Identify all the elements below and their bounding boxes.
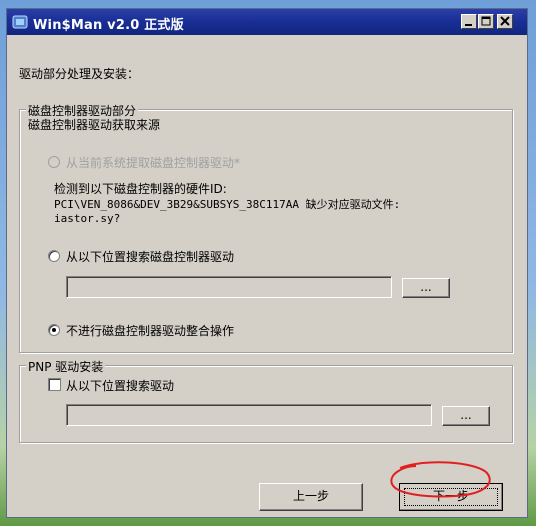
source-label: 磁盘控制器驱动获取来源 <box>28 118 161 132</box>
disk-driver-path-field[interactable] <box>66 276 392 298</box>
radio-skip-integration[interactable] <box>48 324 60 336</box>
window-title: Win$Man v2.0 正式版 <box>33 18 184 33</box>
pnp-legend: PNP 驱动安装 <box>26 358 106 375</box>
previous-button-label: 上一步 <box>292 489 329 503</box>
previous-button[interactable]: 上一步 <box>259 483 363 511</box>
detect-line-1: 检测到以下磁盘控制器的硬件ID: <box>54 182 227 196</box>
option-skip-label: 不进行磁盘控制器驱动整合操作 <box>66 324 235 338</box>
red-circle-annotation <box>390 461 491 498</box>
option-current-label: 从当前系统提取磁盘控制器驱动* <box>66 156 241 170</box>
disk-controller-group: 磁盘控制器驱动部分 磁盘控制器驱动获取来源 从当前系统提取磁盘控制器驱动* 检测… <box>19 102 513 353</box>
close-button[interactable] <box>497 14 513 29</box>
radio-extract-current[interactable] <box>48 156 60 168</box>
disk-browse-button[interactable]: ... <box>402 278 450 298</box>
pnp-driver-path-field[interactable] <box>66 404 432 426</box>
close-icon <box>500 16 510 26</box>
hardware-id-line: PCI\VEN_8086&DEV_3B29&SUBSYS_38C117AA 缺少… <box>54 198 401 211</box>
radio-search-location[interactable] <box>48 250 60 262</box>
pnp-search-checkbox[interactable] <box>48 378 61 391</box>
main-window: Win$Man v2.0 正式版 驱动部分处理及安装： 磁盘控制器驱动部分 磁盘… <box>6 8 528 518</box>
pnp-browse-button[interactable]: ... <box>442 406 490 426</box>
minimize-icon <box>465 24 472 26</box>
pnp-driver-group: PNP 驱动安装 从以下位置搜索驱动 ... <box>19 358 513 443</box>
pnp-checkbox-label: 从以下位置搜索驱动 <box>66 379 175 393</box>
maximize-icon <box>481 16 491 26</box>
driver-file-line: iastor.sy? <box>54 212 121 225</box>
minimize-button[interactable] <box>461 14 477 29</box>
app-icon <box>12 14 28 30</box>
page-heading: 驱动部分处理及安装： <box>19 67 140 81</box>
option-search-label: 从以下位置搜索磁盘控制器驱动 <box>66 250 235 264</box>
maximize-button[interactable] <box>478 14 494 29</box>
client-area: 驱动部分处理及安装： 磁盘控制器驱动部分 磁盘控制器驱动获取来源 从当前系统提取… <box>7 35 527 517</box>
title-bar[interactable]: Win$Man v2.0 正式版 <box>7 9 527 35</box>
